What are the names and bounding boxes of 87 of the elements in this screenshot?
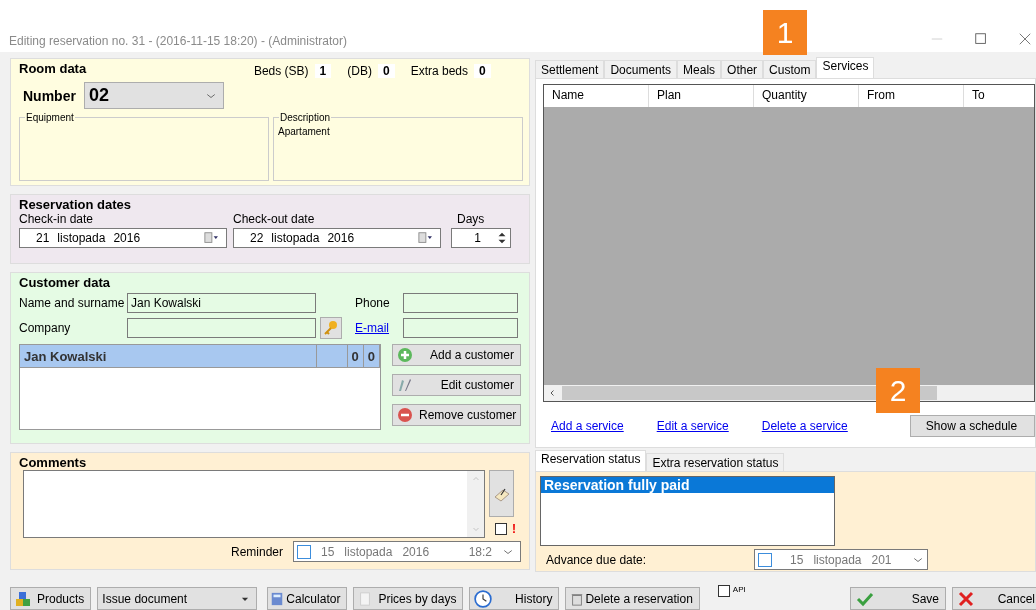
pen-icon <box>397 377 413 393</box>
tab[interactable]: Other <box>721 60 764 78</box>
tab[interactable]: Settlement <box>535 60 605 78</box>
number-label: Number <box>23 87 76 104</box>
company-field[interactable] <box>127 317 316 338</box>
calculator-button[interactable]: Calculator <box>267 587 348 610</box>
callout-badge: 1 <box>763 10 807 55</box>
document-icon <box>358 590 373 607</box>
save-button[interactable]: Save <box>850 587 946 610</box>
reminder-label: Reminder <box>230 544 283 559</box>
minus-icon <box>397 407 413 423</box>
calculator-icon <box>270 590 285 607</box>
email-link[interactable]: E-mail <box>355 320 403 335</box>
group-label: Equipment <box>25 112 75 123</box>
cross-icon <box>957 590 975 607</box>
tab[interactable]: Extra reservation status <box>646 453 785 471</box>
room-number-dropdown[interactable]: 02 <box>83 82 224 109</box>
advance-due-date-label: Advance due date: <box>546 552 647 567</box>
issue-document-dropdown[interactable]: Issue document <box>97 587 258 610</box>
tab[interactable]: Services <box>816 57 875 78</box>
comments-field[interactable] <box>23 470 485 538</box>
group-label: Description <box>279 112 332 123</box>
maximize-icon <box>974 32 988 46</box>
field-label: Days <box>456 212 486 226</box>
api-label: API <box>732 585 746 596</box>
check-icon <box>855 590 875 607</box>
name-field[interactable]: Jan Kowalski <box>127 292 316 313</box>
email-field[interactable] <box>403 317 518 338</box>
cubes-icon <box>15 590 31 607</box>
history-button[interactable]: History <box>469 587 560 610</box>
days-spinner[interactable]: 1 <box>451 228 511 248</box>
tab[interactable]: Reservation status <box>535 450 647 471</box>
service-link[interactable]: Edit a service <box>656 419 729 433</box>
description-text: Apartament <box>278 126 331 137</box>
beds-label: (DB) <box>347 64 372 78</box>
close-icon <box>1018 32 1032 46</box>
tab[interactable]: Documents <box>604 60 678 78</box>
checkbox[interactable] <box>297 544 311 559</box>
service-link[interactable]: Delete a service <box>761 419 848 433</box>
section-title: Comments <box>19 455 87 470</box>
clock-icon <box>474 589 493 608</box>
products-button[interactable]: Products <box>10 587 92 610</box>
customer-button[interactable]: Edit customer <box>392 374 521 396</box>
section-title: Reservation dates <box>19 197 131 212</box>
customer-button[interactable]: Add a customer <box>392 344 521 366</box>
column-header[interactable]: From <box>859 85 964 107</box>
beds-value: 1 <box>314 64 332 78</box>
alert-mark: ! <box>512 522 516 536</box>
date-picker[interactable]: 22 listopada 2016 <box>233 228 441 248</box>
checkbox[interactable] <box>495 523 507 535</box>
beds-value: 0 <box>377 64 395 78</box>
phone-field[interactable] <box>403 292 518 313</box>
window-title: Editing reservation no. 31 - (2016-11-15 18:20) - (Administrator) <box>9 34 347 48</box>
advance-date-picker[interactable]: 15 listopada 201 <box>754 549 929 570</box>
cancel-button[interactable]: Cancel <box>952 587 1036 610</box>
column-header[interactable]: Plan <box>649 85 754 107</box>
customer-row[interactable]: Jan Kowalski 0 0 <box>20 345 380 368</box>
beds-value: 0 <box>474 64 491 78</box>
date-picker[interactable]: 21 listopada 2016 <box>19 228 227 248</box>
checkbox[interactable] <box>717 585 730 597</box>
customer-button[interactable]: Remove customer <box>392 404 521 426</box>
section-title: Customer data <box>19 275 111 290</box>
section-title: Room data <box>19 61 87 76</box>
beds-label: Beds (SB) <box>253 64 309 78</box>
key-button[interactable] <box>320 316 342 339</box>
field-label: Company <box>19 320 72 335</box>
field-label: Name and surname <box>19 295 126 310</box>
field-label: Phone <box>355 295 391 310</box>
column-header[interactable]: Name <box>544 85 649 107</box>
tab[interactable]: Meals <box>677 60 722 78</box>
service-link[interactable]: Add a service <box>551 419 624 433</box>
show-schedule-button[interactable]: Show a schedule <box>910 415 1035 437</box>
callout-badge: 2 <box>876 368 920 413</box>
scroll-left-icon <box>548 388 556 398</box>
key-icon <box>323 319 339 336</box>
plus-icon <box>397 347 413 363</box>
delete-reservation-button[interactable]: Delete a reservation <box>565 587 700 610</box>
reminder-date-picker[interactable]: 15 listopada 2016 18:2 <box>293 541 521 562</box>
column-header[interactable]: Quantity <box>754 85 859 107</box>
field-label: Check-out date <box>233 212 316 226</box>
column-header[interactable]: To <box>964 85 1036 107</box>
prices-by-days-button[interactable]: Prices by days <box>353 587 464 610</box>
beds-label: Extra beds <box>410 64 468 78</box>
tab[interactable]: Custom <box>763 60 817 78</box>
field-label: Check-in date <box>19 212 95 226</box>
checkbox[interactable] <box>758 552 773 567</box>
status-item[interactable]: Reservation fully paid <box>541 477 834 493</box>
